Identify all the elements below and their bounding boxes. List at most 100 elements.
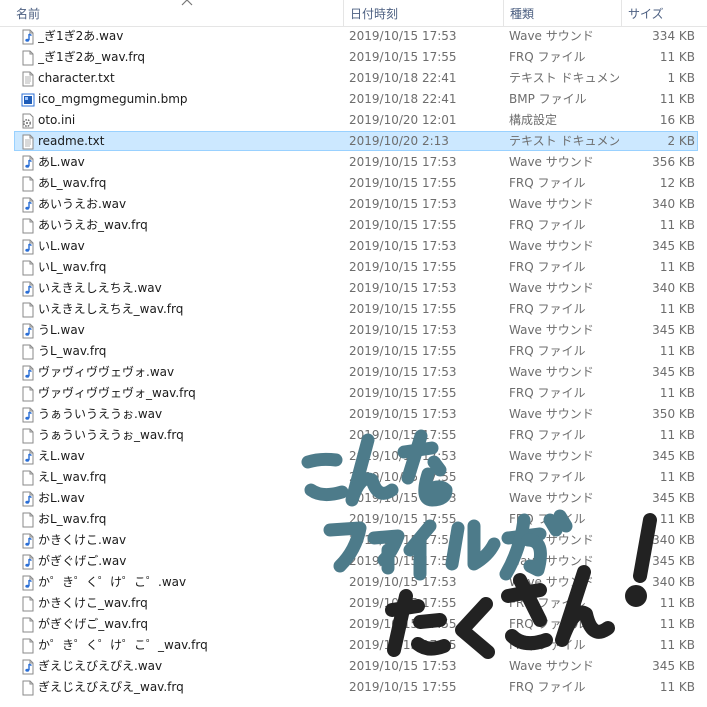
- file-row[interactable]: いL_wav.frq 2019/10/15 17:55 FRQ ファイル 11 KB: [0, 257, 707, 278]
- file-row[interactable]: えL_wav.frq 2019/10/15 17:55 FRQ ファイル 11 KB: [0, 467, 707, 488]
- file-row[interactable]: ぎえじえびえぴえ.wav 2019/10/15 17:53 Wave サウンド 345…: [0, 656, 707, 677]
- column-header-date[interactable]: 日付時刻: [343, 0, 503, 26]
- file-row[interactable]: あいうえお.wav 2019/10/15 17:53 Wave サウンド 340 KB: [0, 194, 707, 215]
- file-row[interactable]: かきくけこ.wav 2019/10/15 17:53 Wave サウンド 340 KB: [0, 530, 707, 551]
- wave-file-icon: [20, 404, 36, 425]
- file-date: 2019/10/15 17:53: [349, 659, 457, 673]
- file-date: 2019/10/15 17:53: [349, 407, 457, 421]
- file-row[interactable]: あL_wav.frq 2019/10/15 17:55 FRQ ファイル 12 KB: [0, 173, 707, 194]
- file-row[interactable]: うぁういうえうぉ.wav 2019/10/15 17:53 Wave サウンド 350…: [0, 404, 707, 425]
- file-date: 2019/10/15 17:55: [349, 680, 457, 694]
- file-row[interactable]: _ぎ1ぎ2あ_wav.frq 2019/10/15 17:55 FRQ ファイル 11…: [0, 47, 707, 68]
- file-name[interactable]: いL_wav.frq: [38, 257, 338, 278]
- file-row[interactable]: ヴァヴィヴヴェヴォ_wav.frq 2019/10/15 17:55 FRQ ファイ…: [0, 383, 707, 404]
- file-row[interactable]: ヴァヴィヴヴェヴォ.wav 2019/10/15 17:53 Wave サウンド 34…: [0, 362, 707, 383]
- file-name[interactable]: _ぎ1ぎ2あ_wav.frq: [38, 47, 338, 68]
- file-row[interactable]: がぎぐげご_wav.frq 2019/10/15 17:55 FRQ ファイル 11 …: [0, 614, 707, 635]
- document-icon: [20, 257, 36, 278]
- file-name[interactable]: かきくけこ_wav.frq: [38, 593, 338, 614]
- file-name[interactable]: あいうえお.wav: [38, 194, 338, 215]
- file-row[interactable]: いえきえしえちえ.wav 2019/10/15 17:53 Wave サウンド 340…: [0, 278, 707, 299]
- file-row[interactable]: あいうえお_wav.frq 2019/10/15 17:55 FRQ ファイル 11 …: [0, 215, 707, 236]
- file-size: 345 KB: [652, 659, 695, 673]
- document-icon: [20, 593, 36, 614]
- file-row[interactable]: えL.wav 2019/10/15 17:53 Wave サウンド 345 KB: [0, 446, 707, 467]
- document-icon: [20, 383, 36, 404]
- file-name[interactable]: ぎえじえびえぴえ_wav.frq: [38, 677, 338, 698]
- file-name[interactable]: あL.wav: [38, 152, 338, 173]
- file-size: 11 KB: [659, 470, 695, 484]
- file-name[interactable]: _ぎ1ぎ2あ.wav: [38, 26, 338, 47]
- file-row[interactable]: いえきえしえちえ_wav.frq 2019/10/15 17:55 FRQ ファイル…: [0, 299, 707, 320]
- file-date: 2019/10/15 17:53: [349, 575, 457, 589]
- file-name[interactable]: か゜き゜く゜け゜こ゜.wav: [38, 572, 338, 593]
- file-name[interactable]: うL_wav.frq: [38, 341, 338, 362]
- file-row[interactable]: oto.ini 2019/10/20 12:01 構成設定 16 KB: [0, 110, 707, 131]
- file-name[interactable]: いえきえしえちえ.wav: [38, 278, 338, 299]
- file-size: 340 KB: [652, 575, 695, 589]
- file-row[interactable]: character.txt2019/10/18 22:41テキスト ドキュメント…: [0, 68, 707, 89]
- file-name[interactable]: あL_wav.frq: [38, 173, 338, 194]
- column-header-type[interactable]: 種類: [503, 0, 623, 26]
- file-name[interactable]: かきくけこ.wav: [38, 530, 338, 551]
- file-name[interactable]: あいうえお_wav.frq: [38, 215, 338, 236]
- file-size: 11 KB: [659, 218, 695, 232]
- file-row[interactable]: うぁういうえうぉ_wav.frq 2019/10/15 17:55 FRQ ファイル…: [0, 425, 707, 446]
- file-name[interactable]: いL.wav: [38, 236, 338, 257]
- file-size: 340 KB: [652, 533, 695, 547]
- file-name[interactable]: おL_wav.frq: [38, 509, 338, 530]
- file-name[interactable]: えL_wav.frq: [38, 467, 338, 488]
- file-name[interactable]: がぎぐげご_wav.frq: [38, 614, 338, 635]
- file-name[interactable]: readme.txt: [38, 131, 338, 152]
- file-size: 11 KB: [659, 617, 695, 631]
- file-name[interactable]: うぁういうえうぉ.wav: [38, 404, 338, 425]
- file-row[interactable]: _ぎ1ぎ2あ.wav 2019/10/15 17:53 Wave サウンド 334 K…: [0, 26, 707, 47]
- file-size: 345 KB: [652, 323, 695, 337]
- file-row[interactable]: おL.wav 2019/10/15 17:53 Wave サウンド 345 KB: [0, 488, 707, 509]
- file-row[interactable]: か゜き゜く゜け゜こ゜.wav 2019/10/15 17:53 Wave サウンド 3…: [0, 572, 707, 593]
- file-size: 340 KB: [652, 281, 695, 295]
- wave-file-icon: [20, 551, 36, 572]
- file-name[interactable]: か゜き゜く゜け゜こ゜_wav.frq: [38, 635, 338, 656]
- document-icon: [20, 173, 36, 194]
- file-date: 2019/10/15 17:53: [349, 239, 457, 253]
- file-row[interactable]: かきくけこ_wav.frq 2019/10/15 17:55 FRQ ファイル 11 …: [0, 593, 707, 614]
- file-name[interactable]: ヴァヴィヴヴェヴォ.wav: [38, 362, 338, 383]
- file-date: 2019/10/15 17:53: [349, 449, 457, 463]
- column-header-name-label: 名前: [16, 7, 41, 21]
- file-name[interactable]: ぎえじえびえぴえ.wav: [38, 656, 338, 677]
- file-name[interactable]: ヴァヴィヴヴェヴォ_wav.frq: [38, 383, 338, 404]
- file-name[interactable]: おL.wav: [38, 488, 338, 509]
- wave-file-icon: [20, 194, 36, 215]
- file-size: 345 KB: [652, 491, 695, 505]
- file-row[interactable]: いL.wav 2019/10/15 17:53 Wave サウンド 345 KB: [0, 236, 707, 257]
- file-size: 11 KB: [659, 344, 695, 358]
- file-name[interactable]: いえきえしえちえ_wav.frq: [38, 299, 338, 320]
- column-header-name[interactable]: 名前: [10, 0, 345, 26]
- file-row[interactable]: おL_wav.frq 2019/10/15 17:55 FRQ ファイル 11 KB: [0, 509, 707, 530]
- file-name[interactable]: ico_mgmgmegumin.bmp: [38, 89, 338, 110]
- file-date: 2019/10/15 17:55: [349, 176, 457, 190]
- file-row[interactable]: ぎえじえびえぴえ_wav.frq 2019/10/15 17:55 FRQ ファイル…: [0, 677, 707, 698]
- file-name[interactable]: うぁういうえうぉ_wav.frq: [38, 425, 338, 446]
- file-date: 2019/10/15 17:55: [349, 302, 457, 316]
- file-row[interactable]: あL.wav 2019/10/15 17:53 Wave サウンド 356 KB: [0, 152, 707, 173]
- file-name[interactable]: character.txt: [38, 68, 338, 89]
- column-header-size-label: サイズ: [628, 7, 664, 21]
- wave-file-icon: [20, 362, 36, 383]
- file-date: 2019/10/15 17:55: [349, 617, 457, 631]
- file-date: 2019/10/15 17:53: [349, 323, 457, 337]
- file-name[interactable]: うL.wav: [38, 320, 338, 341]
- file-row[interactable]: うL.wav 2019/10/15 17:53 Wave サウンド 345 KB: [0, 320, 707, 341]
- file-size: 11 KB: [659, 302, 695, 316]
- file-row[interactable]: うL_wav.frq 2019/10/15 17:55 FRQ ファイル 11 KB: [0, 341, 707, 362]
- column-header-size[interactable]: サイズ: [621, 0, 707, 26]
- file-row[interactable]: がぎぐげご.wav 2019/10/15 17:53 Wave サウンド 345 KB: [0, 551, 707, 572]
- file-row[interactable]: ico_mgmgmegumin.bmp 2019/10/18 22:41 BMP フ…: [0, 89, 707, 110]
- file-name[interactable]: がぎぐげご.wav: [38, 551, 338, 572]
- file-name[interactable]: oto.ini: [38, 110, 338, 131]
- sort-ascending-icon: [181, 0, 193, 6]
- file-row[interactable]: か゜き゜く゜け゜こ゜_wav.frq 2019/10/15 17:55 FRQ ファ…: [0, 635, 707, 656]
- file-row[interactable]: readme.txt2019/10/20 2:13テキスト ドキュメント2 KB: [0, 131, 707, 152]
- file-name[interactable]: えL.wav: [38, 446, 338, 467]
